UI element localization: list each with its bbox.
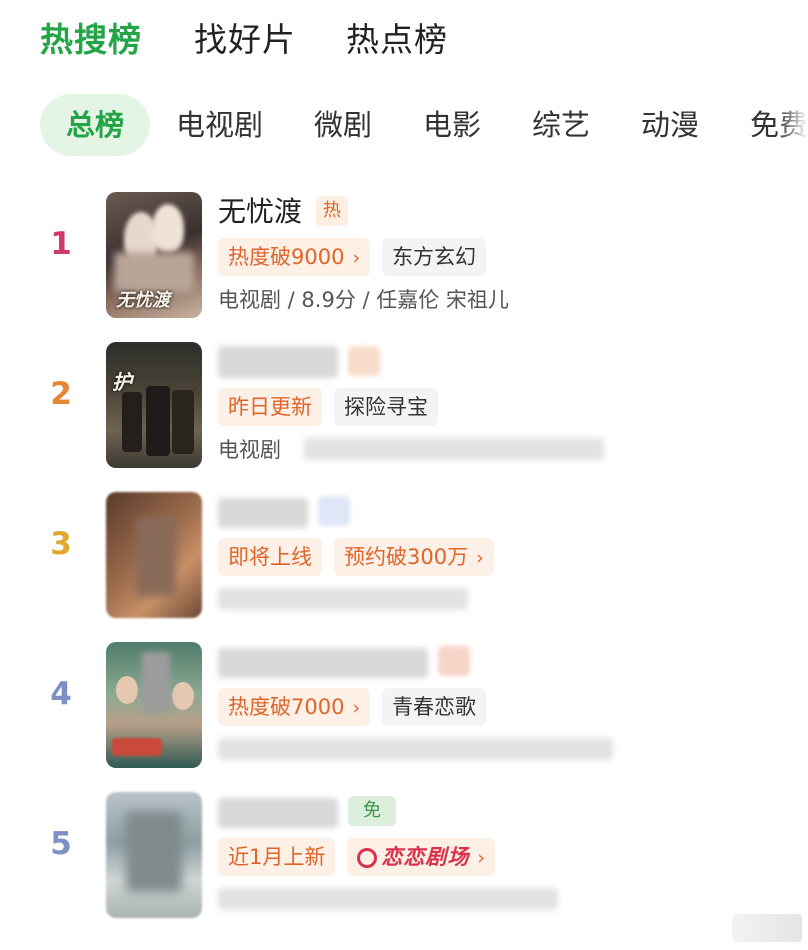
poster-title-art: 无忧渡 — [116, 290, 170, 311]
ranking-item[interactable]: 4 热度破7000 › 青春恋歌 — [0, 638, 808, 778]
rank-number: 3 — [50, 526, 72, 562]
channel-logo-text: 恋恋剧场 — [381, 845, 470, 869]
top-tab-bar: 热搜榜 找好片 热点榜 — [0, 0, 808, 84]
obscured-meta — [218, 588, 468, 610]
tab-scroll-fade — [778, 86, 808, 158]
rank-number: 2 — [50, 376, 72, 412]
channel-logo: 恋恋剧场 — [357, 845, 469, 869]
chevron-right-icon: › — [352, 697, 361, 719]
obscured-badge — [318, 496, 350, 526]
genre-tag[interactable]: 探险寻宝 — [334, 388, 438, 426]
coming-soon-tag[interactable]: 即将上线 — [218, 538, 322, 576]
poster-image[interactable]: 护 — [106, 342, 202, 468]
category-tab-overall[interactable]: 总榜 — [40, 94, 151, 156]
reservation-tag[interactable]: 预约破300万 › — [334, 538, 494, 576]
popularity-tag[interactable]: 热度破9000 › — [218, 238, 371, 276]
free-badge: 免 — [348, 796, 396, 826]
tag-row: 昨日更新 探险寻宝 — [218, 388, 450, 428]
reservation-tag-label: 预约破300万 — [344, 545, 469, 569]
poster-image[interactable] — [106, 792, 202, 918]
category-tab-tv-series[interactable]: 电视剧 — [176, 94, 263, 156]
obscured-meta — [304, 438, 604, 460]
tag-row: 热度破7000 › 青春恋歌 — [218, 688, 498, 728]
ranking-item[interactable]: 1 无忧渡 无忧渡 热 热度破9000 › 东方玄幻 电视剧 / 8.9分 / 任嘉… — [0, 188, 808, 328]
obscured-meta — [218, 888, 558, 910]
genre-tag[interactable]: 东方玄幻 — [382, 238, 487, 276]
heart-icon — [357, 848, 378, 868]
poster-title-art: 护 — [112, 370, 132, 394]
item-info: 昨日更新 探险寻宝 电视剧 — [218, 338, 798, 478]
update-tag[interactable]: 昨日更新 — [218, 388, 322, 426]
rank-number: 1 — [50, 226, 72, 262]
category-tab-micro-drama[interactable]: 微剧 — [314, 94, 372, 156]
tab-hot-topics[interactable]: 热点榜 — [346, 18, 448, 62]
poster-image[interactable] — [106, 492, 202, 618]
chevron-right-icon: › — [476, 547, 484, 569]
genre-tag[interactable]: 青春恋歌 — [382, 688, 487, 726]
poster-image[interactable]: 无忧渡 — [106, 192, 202, 318]
item-info: 无忧渡 热 热度破9000 › 东方玄幻 电视剧 / 8.9分 / 任嘉伦 宋祖儿 — [218, 188, 798, 328]
popularity-tag[interactable]: 热度破7000 › — [218, 688, 371, 726]
item-info: 热度破7000 › 青春恋歌 — [218, 638, 798, 778]
tag-row: 热度破9000 › 东方玄幻 — [218, 238, 498, 278]
item-info: 即将上线 预约破300万 › — [218, 488, 798, 628]
popularity-tag-label: 热度破9000 — [228, 245, 345, 269]
category-tab-movie[interactable]: 电影 — [423, 94, 481, 156]
ranking-item[interactable]: 3 即将上线 预约破300万 › — [0, 488, 808, 628]
new-release-tag[interactable]: 近1月上新 — [218, 838, 336, 876]
obscured-title — [218, 798, 338, 828]
tag-row: 近1月上新 恋恋剧场 › — [218, 838, 507, 878]
show-meta: 电视剧 / 8.9分 / 任嘉伦 宋祖儿 — [218, 288, 509, 312]
obscured-title — [218, 498, 308, 528]
item-info: 免 近1月上新 恋恋剧场 › — [218, 788, 798, 928]
rank-number: 5 — [50, 826, 72, 862]
chevron-right-icon: › — [352, 247, 361, 269]
rank-number: 4 — [50, 676, 72, 712]
obscured-meta — [218, 738, 613, 760]
ranking-item[interactable]: 2 护 昨日更新 探险寻宝 电视剧 — [0, 338, 808, 478]
tab-hot-search[interactable]: 热搜榜 — [40, 18, 142, 62]
category-tab-bar: 总榜 电视剧 微剧 电影 综艺 动漫 免费 — [0, 86, 808, 158]
tab-find-good-shows[interactable]: 找好片 — [194, 18, 296, 62]
obscured-title — [218, 648, 428, 678]
ranking-item[interactable]: 5 免 近1月上新 恋恋剧场 › — [0, 788, 808, 928]
obscured-badge — [438, 646, 470, 676]
poster-image[interactable] — [106, 642, 202, 768]
popularity-tag-label: 热度破7000 — [228, 695, 345, 719]
show-title[interactable]: 无忧渡 — [218, 194, 302, 230]
chevron-right-icon: › — [477, 847, 485, 869]
watermark — [732, 914, 802, 942]
channel-tag[interactable]: 恋恋剧场 › — [347, 838, 495, 876]
hot-badge: 热 — [316, 196, 348, 226]
tag-row: 即将上线 预约破300万 › — [218, 538, 506, 578]
category-tab-anime[interactable]: 动漫 — [641, 94, 699, 156]
obscured-badge — [348, 346, 380, 376]
show-meta: 电视剧 — [218, 438, 281, 462]
obscured-title — [218, 346, 338, 378]
category-tab-variety[interactable]: 综艺 — [532, 94, 590, 156]
